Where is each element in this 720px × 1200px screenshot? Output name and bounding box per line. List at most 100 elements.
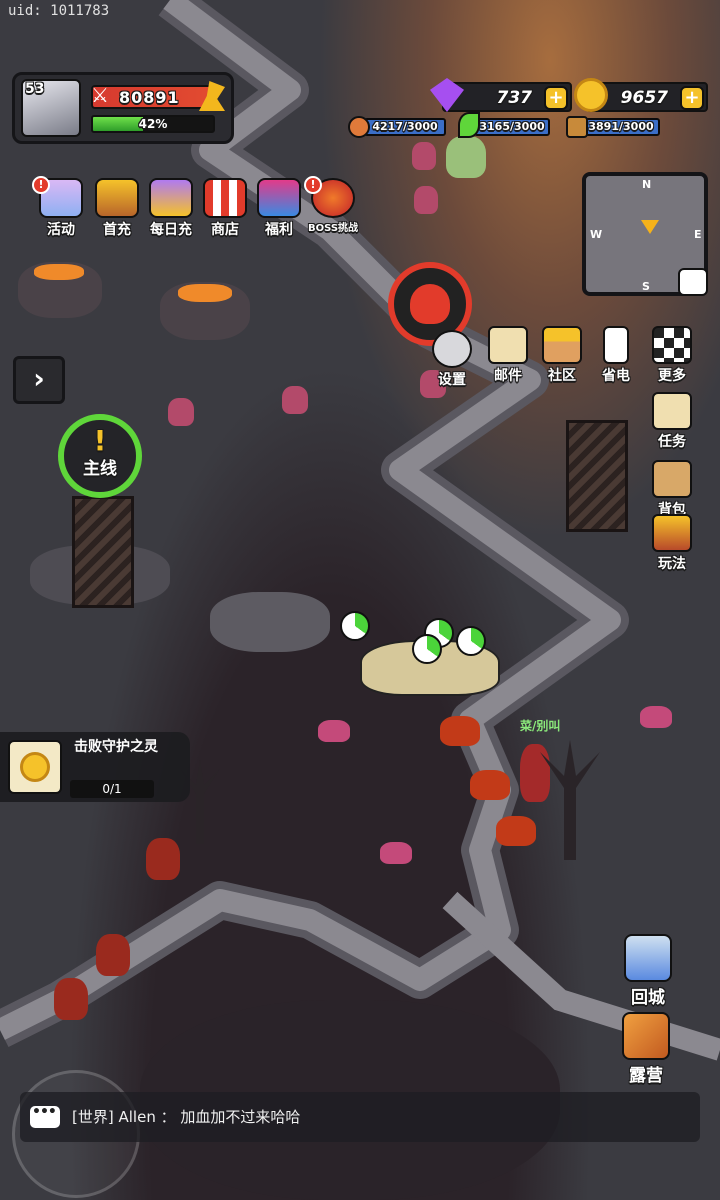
community-label: 社区 (548, 368, 576, 384)
meat-resource: 4217/3000 (364, 118, 446, 136)
experience-percent: 42% (138, 117, 168, 131)
menu-shop[interactable]: 商店 (198, 178, 252, 242)
crossed-swords-icon: ⚔ (91, 83, 109, 107)
add-gems-button[interactable]: + (544, 86, 568, 110)
npc-elf[interactable] (446, 136, 486, 178)
settings-label: 设置 (438, 372, 466, 388)
camp-tent-icon (622, 1012, 670, 1060)
minimap-east: E (694, 228, 702, 241)
player-level: 53 (25, 81, 45, 97)
chat-message-text: 加血加不过来哈哈 (180, 1108, 301, 1126)
player-profile-panel[interactable]: 53 ⚔ 80891 42% (12, 72, 234, 144)
enemy-goblin[interactable] (282, 386, 308, 414)
enemy-boar[interactable] (380, 842, 412, 864)
avatar[interactable]: 53 (21, 79, 81, 137)
menu-label: 福利 (265, 222, 293, 238)
cooldown-timer (412, 634, 442, 664)
task-scroll-icon (652, 392, 692, 430)
skull-icon (410, 284, 450, 324)
watchtower (566, 420, 628, 532)
wood-icon (566, 116, 588, 138)
enemy-goblin[interactable] (168, 398, 194, 426)
quest-title: 击败守护之灵 (74, 739, 158, 755)
enemy-scorpion[interactable] (146, 838, 180, 880)
menu-first-recharge[interactable]: 首充 (90, 178, 144, 242)
menu-daily-recharge[interactable]: 每日充 (144, 178, 198, 242)
shop-icon (203, 178, 247, 218)
menu-label: 每日充 (150, 222, 192, 238)
lava-pool (34, 264, 84, 280)
enemy-goblin[interactable] (412, 142, 436, 170)
watchtower (72, 496, 134, 608)
gameplay-icon (652, 514, 692, 552)
settings-gear-icon (432, 330, 472, 368)
herb-icon (458, 112, 480, 138)
gold-coin-icon (20, 752, 50, 782)
quest-progress: 0/1 (70, 780, 154, 798)
mail-label: 邮件 (494, 368, 522, 384)
welfare-gift-icon (257, 178, 301, 218)
chat-bar[interactable]: [世界] Allen ： 加血加不过来哈哈 (20, 1092, 700, 1142)
camp-label: 露营 (629, 1066, 663, 1086)
gold-count: 9657 (620, 88, 668, 108)
gold-currency: 9657 + (574, 78, 708, 112)
enemy-boar[interactable] (640, 706, 672, 728)
return-town-label: 回城 (631, 988, 665, 1008)
expand-panel-button[interactable]: › (13, 356, 65, 404)
chat-channel: [世界] (72, 1108, 114, 1126)
notification-badge: ! (32, 176, 50, 194)
flame-icon (199, 81, 225, 111)
exclamation-icon: ! (93, 424, 107, 457)
enemy-beetle[interactable] (496, 816, 536, 846)
gameplay-button[interactable]: 玩法 (642, 514, 702, 573)
menu-activity[interactable]: ! 活动 (32, 176, 88, 242)
community-house-icon (542, 326, 582, 364)
enemy-boar[interactable] (318, 720, 350, 742)
backpack-button[interactable]: 背包 (642, 460, 702, 519)
task-label: 任务 (658, 434, 686, 450)
herb-amount: 3165/3000 (479, 120, 545, 133)
menu-welfare[interactable]: 福利 (252, 178, 306, 242)
chat-message: [世界] Allen ： 加血加不过来哈哈 (72, 1108, 301, 1126)
npc-warrior[interactable] (520, 744, 550, 802)
notification-badge: ! (304, 176, 322, 194)
chevron-right-icon: › (33, 362, 45, 395)
npc-name-tag: 菜/别叫 (520, 719, 561, 733)
power-save-button[interactable]: 省电 (586, 326, 646, 385)
chat-bubble-icon (30, 1104, 60, 1128)
mail-button[interactable]: 邮件 (478, 326, 538, 385)
enemy-beetle[interactable] (440, 716, 480, 746)
quest-tracker-card[interactable]: 击败守护之灵 0/1 (0, 732, 190, 802)
add-gold-button[interactable]: + (680, 86, 704, 110)
enemy-scorpion[interactable] (96, 934, 130, 976)
main-quest-button[interactable]: ! 主线 (58, 414, 142, 498)
gold-coin-icon (574, 78, 608, 112)
gem-count: 737 (496, 88, 533, 108)
minimap-north: N (642, 178, 652, 191)
menu-label: BOSS挑战 (307, 223, 359, 234)
quest-reward-icon (8, 740, 62, 794)
main-quest-label: 主线 (83, 459, 117, 479)
community-button[interactable]: 社区 (532, 326, 592, 385)
menu-boss-challenge[interactable]: ! BOSS挑战 (304, 176, 360, 242)
wood-resource: 3891/3000 (582, 118, 660, 136)
meat-amount: 4217/3000 (372, 120, 438, 133)
enemy-goblin[interactable] (414, 186, 438, 214)
return-town-button[interactable]: 回城 (614, 934, 682, 1008)
settings-button[interactable]: 设置 (422, 330, 482, 389)
enemy-scorpion[interactable] (54, 978, 88, 1020)
more-button[interactable]: 更多 (642, 326, 702, 385)
combat-power-value: 80891 (119, 88, 180, 107)
first-recharge-icon (95, 178, 139, 218)
combat-power: ⚔ 80891 (91, 81, 225, 111)
enemy-beetle[interactable] (470, 770, 510, 800)
menu-label: 商店 (211, 222, 239, 238)
more-label: 更多 (658, 368, 686, 384)
camera-icon[interactable] (678, 268, 708, 296)
menu-label: 活动 (47, 222, 75, 238)
meat-icon (348, 116, 370, 138)
task-button[interactable]: 任务 (642, 392, 702, 451)
cooldown-timer (340, 611, 370, 641)
camp-button[interactable]: 露营 (612, 1012, 680, 1086)
backpack-icon (652, 460, 692, 498)
